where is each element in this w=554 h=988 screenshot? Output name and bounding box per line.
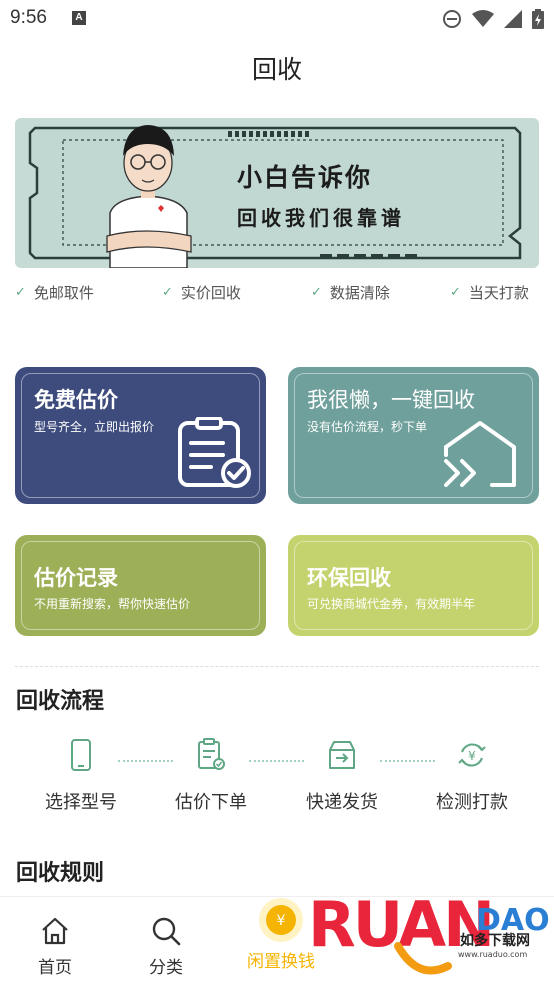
svg-text:¥: ¥ (277, 913, 286, 929)
check-icon: ✓ (162, 285, 173, 300)
watermark-site-cn: 如多下载网 (460, 933, 530, 949)
process-steps: 选择型号 估价下单 快递发货 ¥ 检测打款 (0, 738, 554, 818)
nav-home[interactable]: 首页 (10, 897, 100, 978)
phone-icon (71, 739, 91, 771)
banner-line-2: 回收我们很靠谱 (237, 206, 405, 230)
step-inspect-pay: ¥ 检测打款 (412, 738, 532, 814)
status-time: 9:56 (10, 7, 47, 28)
watermark-url: www.ruaduo.com (458, 950, 528, 959)
svg-text:¥: ¥ (468, 749, 476, 763)
estimate-history-card[interactable]: 估价记录 不用重新搜索，帮你快速估价 (15, 535, 266, 636)
feature-item: ✓ 当天打款 (450, 284, 529, 302)
wifi-icon (472, 10, 494, 27)
step-select-model: 选择型号 (21, 738, 141, 814)
card-title: 估价记录 (34, 566, 118, 590)
watermark-logo: RUAN DAO 如多下载网 www.ruaduo.com (308, 886, 554, 984)
signal-icon (504, 10, 522, 28)
divider (15, 666, 539, 667)
free-estimate-card[interactable]: 免费估价 型号齐全，立即出报价 (15, 367, 266, 504)
home-icon (42, 917, 68, 945)
card-subtitle: 型号齐全，立即出报价 (34, 420, 155, 434)
order-check-icon (198, 738, 225, 770)
page-title: 回收 (251, 55, 302, 84)
card-subtitle: 可兑换商城代金券，有效期半年 (307, 597, 476, 611)
feature-item: ✓ 实价回收 (162, 284, 241, 302)
feature-item: ✓ 免邮取件 (15, 284, 94, 302)
search-icon (152, 917, 181, 946)
check-icon: ✓ (15, 285, 26, 300)
coin-icon: ¥ (259, 898, 303, 942)
check-icon: ✓ (311, 285, 322, 300)
battery-icon (532, 9, 544, 29)
do-not-disturb-icon (443, 10, 461, 28)
process-title: 回收流程 (16, 689, 105, 714)
yuan-cycle-icon: ¥ (458, 743, 486, 767)
card-title: 免费估价 (34, 388, 118, 412)
card-title: 我很懒，一键回收 (307, 388, 475, 412)
banner-line-1: 小白告诉你 (237, 163, 373, 192)
eco-recycle-card[interactable]: 环保回收 可兑换商城代金券，有效期半年 (288, 535, 539, 636)
house-arrow-icon (444, 421, 516, 487)
status-icons (442, 8, 544, 30)
notification-a-icon: A (72, 11, 86, 25)
promo-banner[interactable]: 小白告诉你 回收我们很靠谱 (15, 118, 539, 268)
nav-category[interactable]: 分类 (121, 897, 211, 978)
check-icon: ✓ (450, 285, 461, 300)
feature-item: ✓ 数据清除 (311, 284, 390, 302)
one-click-recycle-card[interactable]: 我很懒，一键回收 没有估价流程，秒下单 (288, 367, 539, 504)
card-subtitle: 不用重新搜索，帮你快速估价 (34, 597, 191, 611)
step-ship: 快递发货 (282, 738, 402, 814)
card-subtitle: 没有估价流程，秒下单 (307, 420, 428, 434)
card-title: 环保回收 (307, 566, 391, 590)
feature-list: ✓ 免邮取件 ✓ 实价回收 ✓ 数据清除 ✓ 当天打款 (0, 282, 554, 310)
rules-title: 回收规则 (16, 861, 105, 886)
status-bar: 9:56 A (0, 0, 554, 38)
title-bar: 回收 (0, 50, 554, 90)
delivery-box-icon (329, 741, 355, 769)
clipboard-check-icon (178, 417, 251, 488)
step-place-order: 估价下单 (151, 738, 271, 814)
